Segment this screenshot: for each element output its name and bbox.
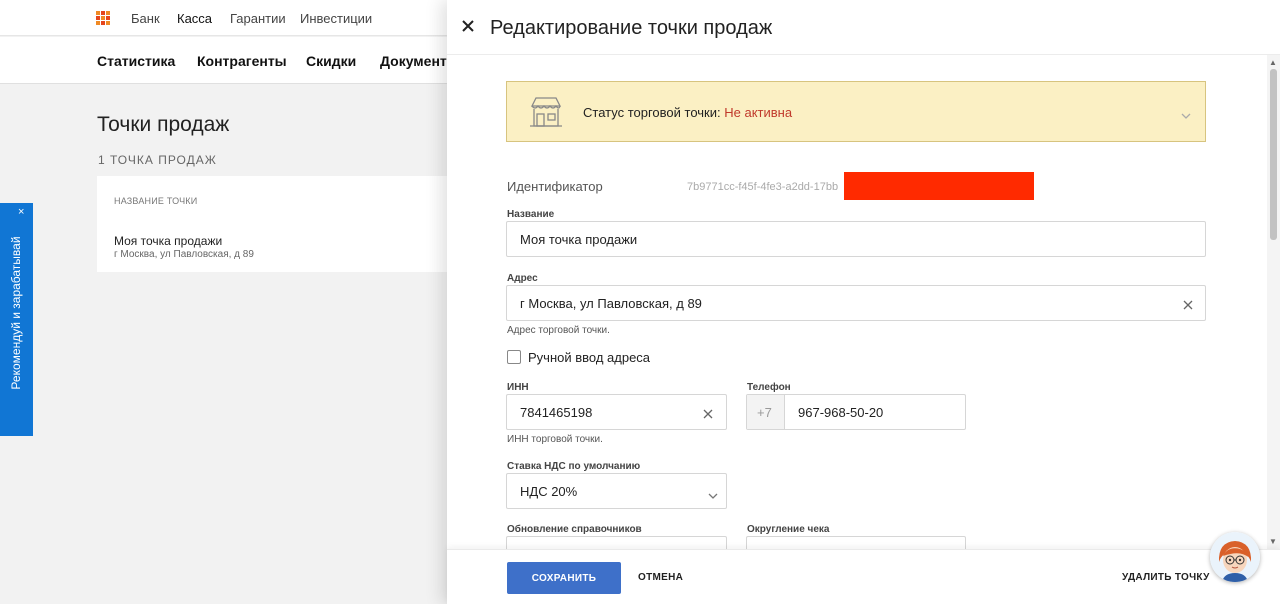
delete-point-button[interactable]: УДАЛИТЬ ТОЧКУ — [1122, 572, 1210, 583]
inn-hint: ИНН торговой точки. — [507, 434, 603, 445]
status-value: Не активна — [724, 105, 793, 120]
scroll-up-icon[interactable]: ▲ — [1269, 58, 1277, 67]
chevron-down-icon[interactable] — [1181, 107, 1191, 125]
inn-input[interactable]: 7841465198 — [506, 394, 727, 430]
manual-address-label[interactable]: Ручной ввод адреса — [528, 350, 650, 365]
points-count: 1 ТОЧКА ПРОДАЖ — [98, 153, 217, 167]
status-accordion[interactable]: Статус торговой точки: Не активна — [506, 81, 1206, 142]
vat-select[interactable]: НДС 20% — [506, 473, 727, 509]
scroll-down-icon[interactable]: ▼ — [1269, 537, 1277, 546]
rounding-label: Округление чека — [747, 524, 830, 535]
phone-value: 967-968-50-20 — [798, 405, 884, 420]
address-value: г Москва, ул Павловская, д 89 — [520, 296, 702, 311]
point-address: г Москва, ул Павловская, д 89 — [114, 249, 254, 260]
inn-label: ИНН — [507, 382, 529, 393]
clear-address-icon[interactable] — [1183, 297, 1193, 315]
point-name[interactable]: Моя точка продажи — [114, 234, 222, 248]
address-hint: Адрес торговой точки. — [507, 325, 610, 336]
name-label: Название — [507, 209, 555, 220]
phone-input[interactable]: +7 967-968-50-20 — [746, 394, 966, 430]
manual-address-checkbox[interactable] — [507, 350, 521, 364]
panel-title: Редактирование точки продаж — [490, 17, 773, 39]
nav-bank[interactable]: Банк — [131, 11, 160, 26]
cancel-button[interactable]: ОТМЕНА — [638, 572, 683, 583]
status-label: Статус торговой точки: — [583, 105, 721, 120]
tab-statistics[interactable]: Статистика — [97, 53, 175, 69]
name-value: Моя точка продажи — [520, 232, 638, 247]
tab-counterparties[interactable]: Контрагенты — [197, 53, 287, 69]
phone-prefix: +7 — [747, 395, 785, 429]
tab-discounts[interactable]: Скидки — [306, 53, 356, 69]
vat-value: НДС 20% — [520, 484, 578, 499]
redaction-block — [844, 172, 1034, 200]
panel-footer: СОХРАНИТЬ ОТМЕНА УДАЛИТЬ ТОЧКУ — [447, 549, 1280, 604]
phone-label: Телефон — [747, 382, 791, 393]
identifier-value: 7b9771cc-f45f-4fe3-a2dd-17bb — [687, 181, 839, 193]
save-button[interactable]: СОХРАНИТЬ — [507, 562, 621, 594]
scrollbar-thumb[interactable] — [1270, 69, 1277, 240]
store-icon — [528, 96, 564, 133]
address-label: Адрес — [507, 273, 538, 284]
edit-point-panel: Редактирование точки продаж ▲ ▼ Статус т… — [447, 0, 1280, 604]
column-header-name: НАЗВАНИЕ ТОЧКИ — [114, 196, 198, 206]
assistant-avatar[interactable] — [1210, 532, 1260, 582]
page-title: Точки продаж — [97, 113, 230, 136]
address-input[interactable]: г Москва, ул Павловская, д 89 — [506, 285, 1206, 321]
refs-update-label: Обновление справочников — [507, 524, 642, 535]
panel-scrollbar[interactable]: ▲ ▼ — [1267, 55, 1280, 549]
name-input[interactable]: Моя точка продажи — [506, 221, 1206, 257]
panel-header: Редактирование точки продаж — [447, 0, 1280, 55]
clear-inn-icon[interactable] — [703, 406, 713, 424]
vat-label: Ставка НДС по умолчанию — [507, 461, 641, 472]
bank-logo-icon[interactable] — [96, 11, 110, 25]
nav-investments[interactable]: Инвестиции — [300, 11, 372, 26]
phone-prefix-text: +7 — [757, 405, 772, 420]
referral-promo-tab[interactable]: × Рекомендуй и зарабатывай — [0, 203, 33, 436]
inn-value: 7841465198 — [520, 405, 593, 420]
points-table: НАЗВАНИЕ ТОЧКИ Моя точка продажи г Москв… — [97, 176, 457, 272]
nav-kassa[interactable]: Касса — [177, 11, 212, 26]
identifier-label: Идентификатор — [507, 179, 603, 194]
status-text: Статус торговой точки: Не активна — [583, 105, 792, 120]
chevron-down-icon[interactable] — [708, 487, 718, 505]
close-icon[interactable] — [460, 18, 476, 34]
promo-label[interactable]: Рекомендуй и зарабатывай — [3, 203, 29, 423]
nav-guarantees[interactable]: Гарантии — [230, 11, 286, 26]
